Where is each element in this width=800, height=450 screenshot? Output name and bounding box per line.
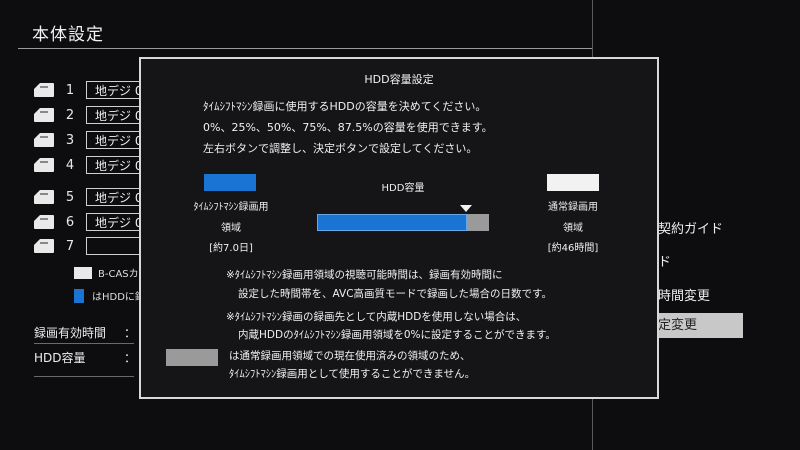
slot-number: 6 [65, 214, 75, 230]
slot-number: 3 [65, 132, 75, 148]
bcas-card-icon [74, 266, 92, 279]
slot-value[interactable]: 地デジ 0 [86, 131, 146, 149]
card-icon [34, 158, 54, 172]
card-icon [34, 83, 54, 97]
slot-number: 2 [65, 107, 75, 123]
info-divider [34, 343, 134, 344]
menu-time-change[interactable]: 時間変更 [658, 285, 710, 304]
card-icon [34, 190, 54, 204]
note2-line1: ※ﾀｲﾑｼﾌﾄﾏｼﾝ録画の録画先として内蔵HDDを使用しない場合は、 [226, 311, 527, 323]
legend-bcas: B-CASカー [74, 265, 149, 280]
slot-row-7[interactable]: 7 [34, 236, 146, 256]
timeshift-label-line2: 領域 [221, 223, 241, 234]
slot-row-5[interactable]: 5 地デジ 0 [34, 187, 146, 207]
dialog-title: HDD容量設定 [364, 73, 434, 86]
title-divider [18, 48, 593, 49]
card-icon [34, 239, 54, 253]
slot-row-2[interactable]: 2 地デジ 0 [34, 105, 146, 125]
note1-line1: ※ﾀｲﾑｼﾌﾄﾏｼﾝ録画用領域の視聴可能時間は、録画有効時間に [226, 269, 503, 281]
hdd-capacity-bar-label: HDD容量 [381, 183, 425, 194]
info-colon: ： [124, 351, 137, 365]
timeshift-label-line1: ﾀｲﾑｼﾌﾄﾏｼﾝ録画用 [193, 202, 269, 213]
hdd-capacity-label: HDD容量 [34, 351, 86, 365]
timeshift-swatch [204, 174, 256, 191]
slot-value[interactable]: 地デジ 0 [86, 106, 146, 124]
normal-label-line1: 通常録画用 [548, 202, 598, 213]
note1-line2: 設定した時間帯を、AVC高画質モードで録画した場合の日数です。 [238, 288, 552, 300]
menu-item-2[interactable]: ド [658, 251, 671, 270]
menu-contract-guide[interactable]: 契約ガイド [658, 218, 723, 237]
hdd-capacity-dialog: HDD容量設定 ﾀｲﾑｼﾌﾄﾏｼﾝ録画に使用するHDDの容量を決めてください。 … [139, 57, 659, 399]
info-divider [34, 376, 134, 377]
note2-line2: 内蔵HDDのﾀｲﾑｼﾌﾄﾏｼﾝ録画用領域を0%に設定することができます。 [238, 329, 556, 341]
info-colon: ： [124, 326, 137, 340]
slot-value[interactable]: 地デジ 0 [86, 81, 146, 99]
slot-value[interactable]: 地デジ 0 [86, 188, 146, 206]
used-swatch [166, 349, 218, 366]
slot-row-3[interactable]: 3 地デジ 0 [34, 130, 146, 150]
slot-value[interactable] [86, 237, 146, 255]
slot-value[interactable]: 地デジ 0 [86, 213, 146, 231]
slot-number: 7 [65, 238, 75, 254]
timeshift-amount: [約7.0日] [209, 243, 253, 254]
note3-line1: は通常録画用領域での現在使用済みの領域のため、 [229, 350, 471, 362]
slot-row-6[interactable]: 6 地デジ 0 [34, 212, 146, 232]
hdd-marker-icon [74, 288, 84, 303]
normal-amount: [約46時間] [547, 243, 599, 254]
slot-row-1[interactable]: 1 地デジ 0 [34, 80, 146, 100]
slider-pointer-icon[interactable] [460, 205, 472, 212]
card-icon [34, 215, 54, 229]
page-title: 本体設定 [32, 25, 104, 45]
hdd-capacity-slider-timeshift[interactable] [317, 214, 467, 231]
slot-value[interactable]: 地デジ 0 [86, 156, 146, 174]
slot-number: 4 [65, 157, 75, 173]
slot-number: 5 [65, 189, 75, 205]
slot-row-4[interactable]: 4 地デジ 0 [34, 155, 146, 175]
hdd-capacity-slider-used [467, 214, 489, 231]
menu-setting-change-button[interactable]: 定変更 [648, 313, 743, 338]
normal-label-line2: 領域 [563, 223, 583, 234]
card-icon [34, 133, 54, 147]
record-valid-time-label: 録画有効時間 [34, 326, 107, 340]
dialog-desc-line1: ﾀｲﾑｼﾌﾄﾏｼﾝ録画に使用するHDDの容量を決めてください。 [203, 100, 487, 113]
dialog-desc-line3: 左右ボタンで調整し、決定ボタンで設定してください。 [203, 142, 478, 155]
slot-number: 1 [65, 82, 75, 98]
card-icon [34, 108, 54, 122]
dialog-desc-line2: 0%、25%、50%、75%、87.5%の容量を使用できます。 [203, 121, 493, 134]
note3-line2: ﾀｲﾑｼﾌﾄﾏｼﾝ録画用として使用することができません。 [229, 368, 476, 380]
normal-swatch [547, 174, 599, 191]
